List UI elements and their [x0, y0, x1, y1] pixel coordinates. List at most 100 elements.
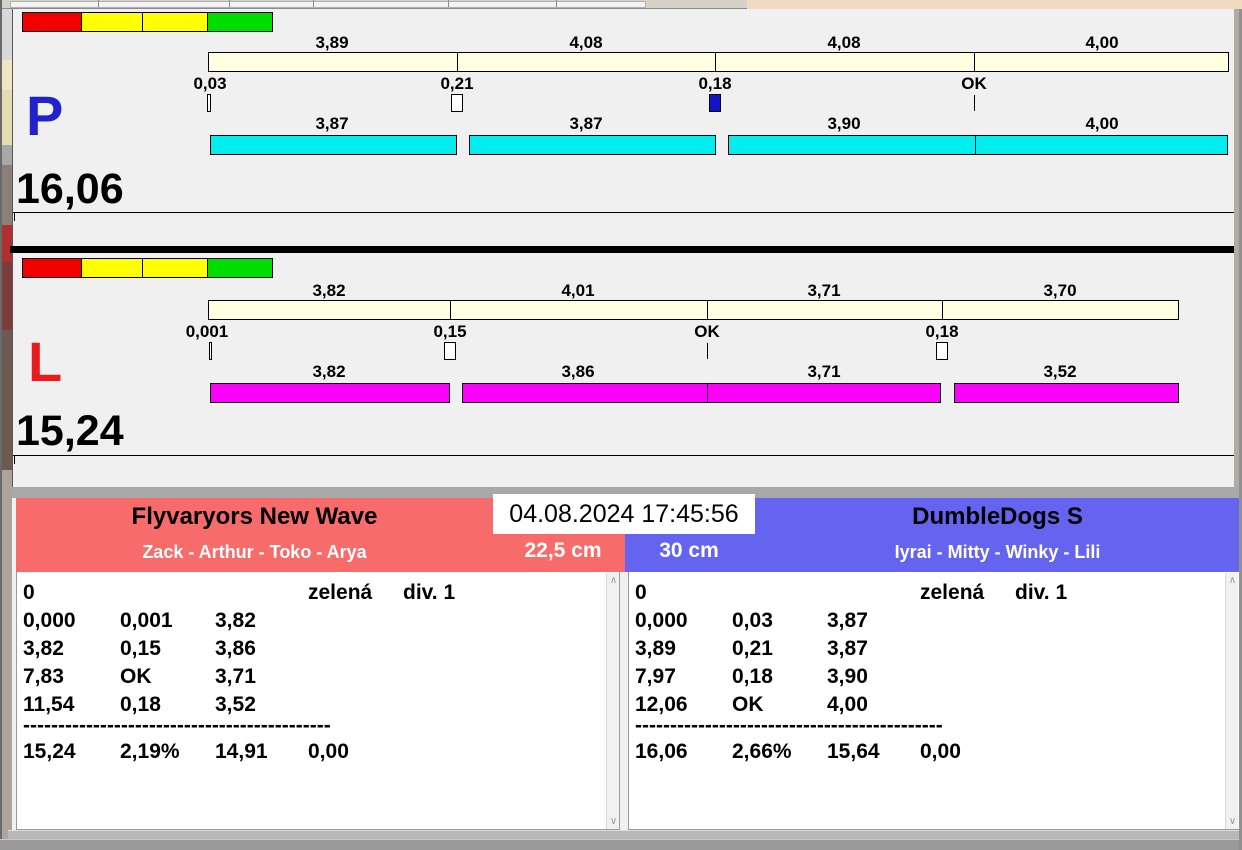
l-split-time-1: 3,82: [312, 281, 346, 300]
right-row1-cum: 0,000: [635, 609, 688, 632]
p-change-3: 0,18: [698, 74, 732, 93]
right-scrollbar[interactable]: ∧ ∨: [1225, 573, 1238, 829]
background-toolbar: [10, 1, 646, 8]
p-change-marker-1: [207, 94, 211, 112]
right-row2-change: 0,21: [732, 637, 773, 660]
right-row1-time: 3,87: [827, 609, 868, 632]
p-baseline-tick: [14, 213, 15, 221]
left-row2-cum: 3,82: [23, 637, 64, 660]
team-right-name: DumbleDogs S: [912, 503, 1083, 530]
bottom-bar: [0, 839, 1242, 850]
l-change-marker-4: [936, 342, 948, 360]
p-baseline: [13, 212, 1237, 213]
traffic-yellow-segment: [82, 12, 143, 32]
right-row1-change: 0,03: [732, 609, 773, 632]
divider: [98, 0, 99, 7]
bottom-frame: [8, 830, 1242, 839]
team-left-dogs: Zack - Arthur - Toko - Arya: [142, 542, 367, 562]
right-total: 16,06: [635, 740, 688, 763]
datetime-display: 04.08.2024 17:45:56: [493, 494, 755, 534]
p-dog-time-4: 4,00: [1085, 114, 1119, 133]
l-baseline: [13, 455, 1237, 456]
l-lane-letter: L: [28, 330, 63, 393]
screen-left-edge: [0, 0, 2, 850]
scroll-up-icon[interactable]: ∧: [607, 573, 620, 588]
l-change-marker-1: [209, 342, 212, 360]
left-separator-line: ----------------------------------------…: [23, 714, 331, 737]
team-left-results-panel[interactable]: [16, 572, 620, 830]
p-traffic-light: [22, 12, 273, 32]
p-total-time: 16,06: [16, 165, 124, 213]
p-dog-time-1: 3,87: [315, 114, 349, 133]
left-row3-cum: 7,83: [23, 665, 64, 688]
l-split-time-3: 3,71: [807, 281, 841, 300]
p-dog-time-2: 3,87: [569, 114, 603, 133]
l-dog-bar-1: [210, 383, 450, 403]
p-split-time-1: 3,89: [315, 33, 349, 52]
right-division: div. 1: [1015, 581, 1068, 604]
left-total: 15,24: [23, 740, 76, 763]
l-traffic-light: [22, 258, 273, 278]
right-row3-change: 0,18: [732, 665, 773, 688]
p-split-bar: [208, 52, 1229, 72]
left-status: 0: [23, 581, 35, 604]
l-dog-bar-2: [462, 383, 708, 403]
p-dog-bar-2: [469, 135, 716, 155]
right-penalty: 0,00: [920, 740, 961, 763]
right-row3-time: 3,90: [827, 665, 868, 688]
team-left-jump-height: 22,5 cm: [524, 539, 602, 562]
left-row2-change: 0,15: [120, 637, 161, 660]
l-dog-time-4: 3,52: [1043, 362, 1077, 381]
left-light-status: zelená: [308, 581, 373, 604]
background-window-top-strip: [0, 0, 1242, 9]
left-net: 14,91: [215, 740, 268, 763]
traffic-red-segment: [22, 258, 82, 278]
left-row1-change: 0,001: [120, 609, 173, 632]
l-split-time-2: 4,01: [561, 281, 595, 300]
traffic-green-segment: [208, 258, 273, 278]
traffic-yellow-segment: [143, 12, 208, 32]
left-row1-cum: 0,000: [23, 609, 76, 632]
p-change-marker-3: [709, 94, 721, 112]
divider: [229, 0, 230, 7]
left-division: div. 1: [403, 581, 456, 604]
divider: [448, 0, 449, 7]
team-right-results-panel[interactable]: [628, 572, 1240, 830]
right-row3-cum: 7,97: [635, 665, 676, 688]
p-split-time-4: 4,00: [1085, 33, 1119, 52]
right-light-status: zelená: [920, 581, 985, 604]
p-dog-bar-4: [975, 135, 1228, 155]
left-percent: 2,19%: [120, 740, 180, 763]
scroll-down-icon[interactable]: ∨: [1226, 814, 1239, 829]
scroll-down-icon[interactable]: ∨: [607, 814, 620, 829]
left-row3-change: OK: [120, 665, 152, 688]
l-change-marker-2: [444, 342, 456, 360]
p-change-marker-2: [451, 94, 463, 112]
traffic-green-segment: [208, 12, 273, 32]
l-change-2: 0,15: [433, 322, 467, 341]
right-percent: 2,66%: [732, 740, 792, 763]
p-change-marker-4: [974, 95, 975, 111]
l-dog-time-3: 3,71: [807, 362, 841, 381]
left-penalty: 0,00: [308, 740, 349, 763]
l-change-4: 0,18: [925, 322, 959, 341]
l-dog-bar-3: [707, 383, 941, 403]
scroll-up-icon[interactable]: ∧: [1226, 573, 1239, 588]
left-scrollbar[interactable]: ∧ ∨: [606, 573, 619, 829]
p-split-time-2: 4,08: [569, 33, 603, 52]
l-dog-bar-4: [954, 383, 1179, 403]
p-dog-bar-3: [728, 135, 976, 155]
l-dog-time-1: 3,82: [312, 362, 346, 381]
p-split-time-3: 4,08: [827, 33, 861, 52]
team-right-jump-height: 30 cm: [659, 539, 719, 562]
left-row1-time: 3,82: [215, 609, 256, 632]
left-row2-time: 3,86: [215, 637, 256, 660]
right-status: 0: [635, 581, 647, 604]
traffic-yellow-segment: [82, 258, 143, 278]
right-row2-time: 3,87: [827, 637, 868, 660]
divider: [313, 0, 314, 7]
p-change-2: 0,21: [440, 74, 474, 93]
lane-separator: [10, 246, 1242, 253]
l-change-marker-3: [707, 343, 708, 359]
l-dog-time-2: 3,86: [561, 362, 595, 381]
